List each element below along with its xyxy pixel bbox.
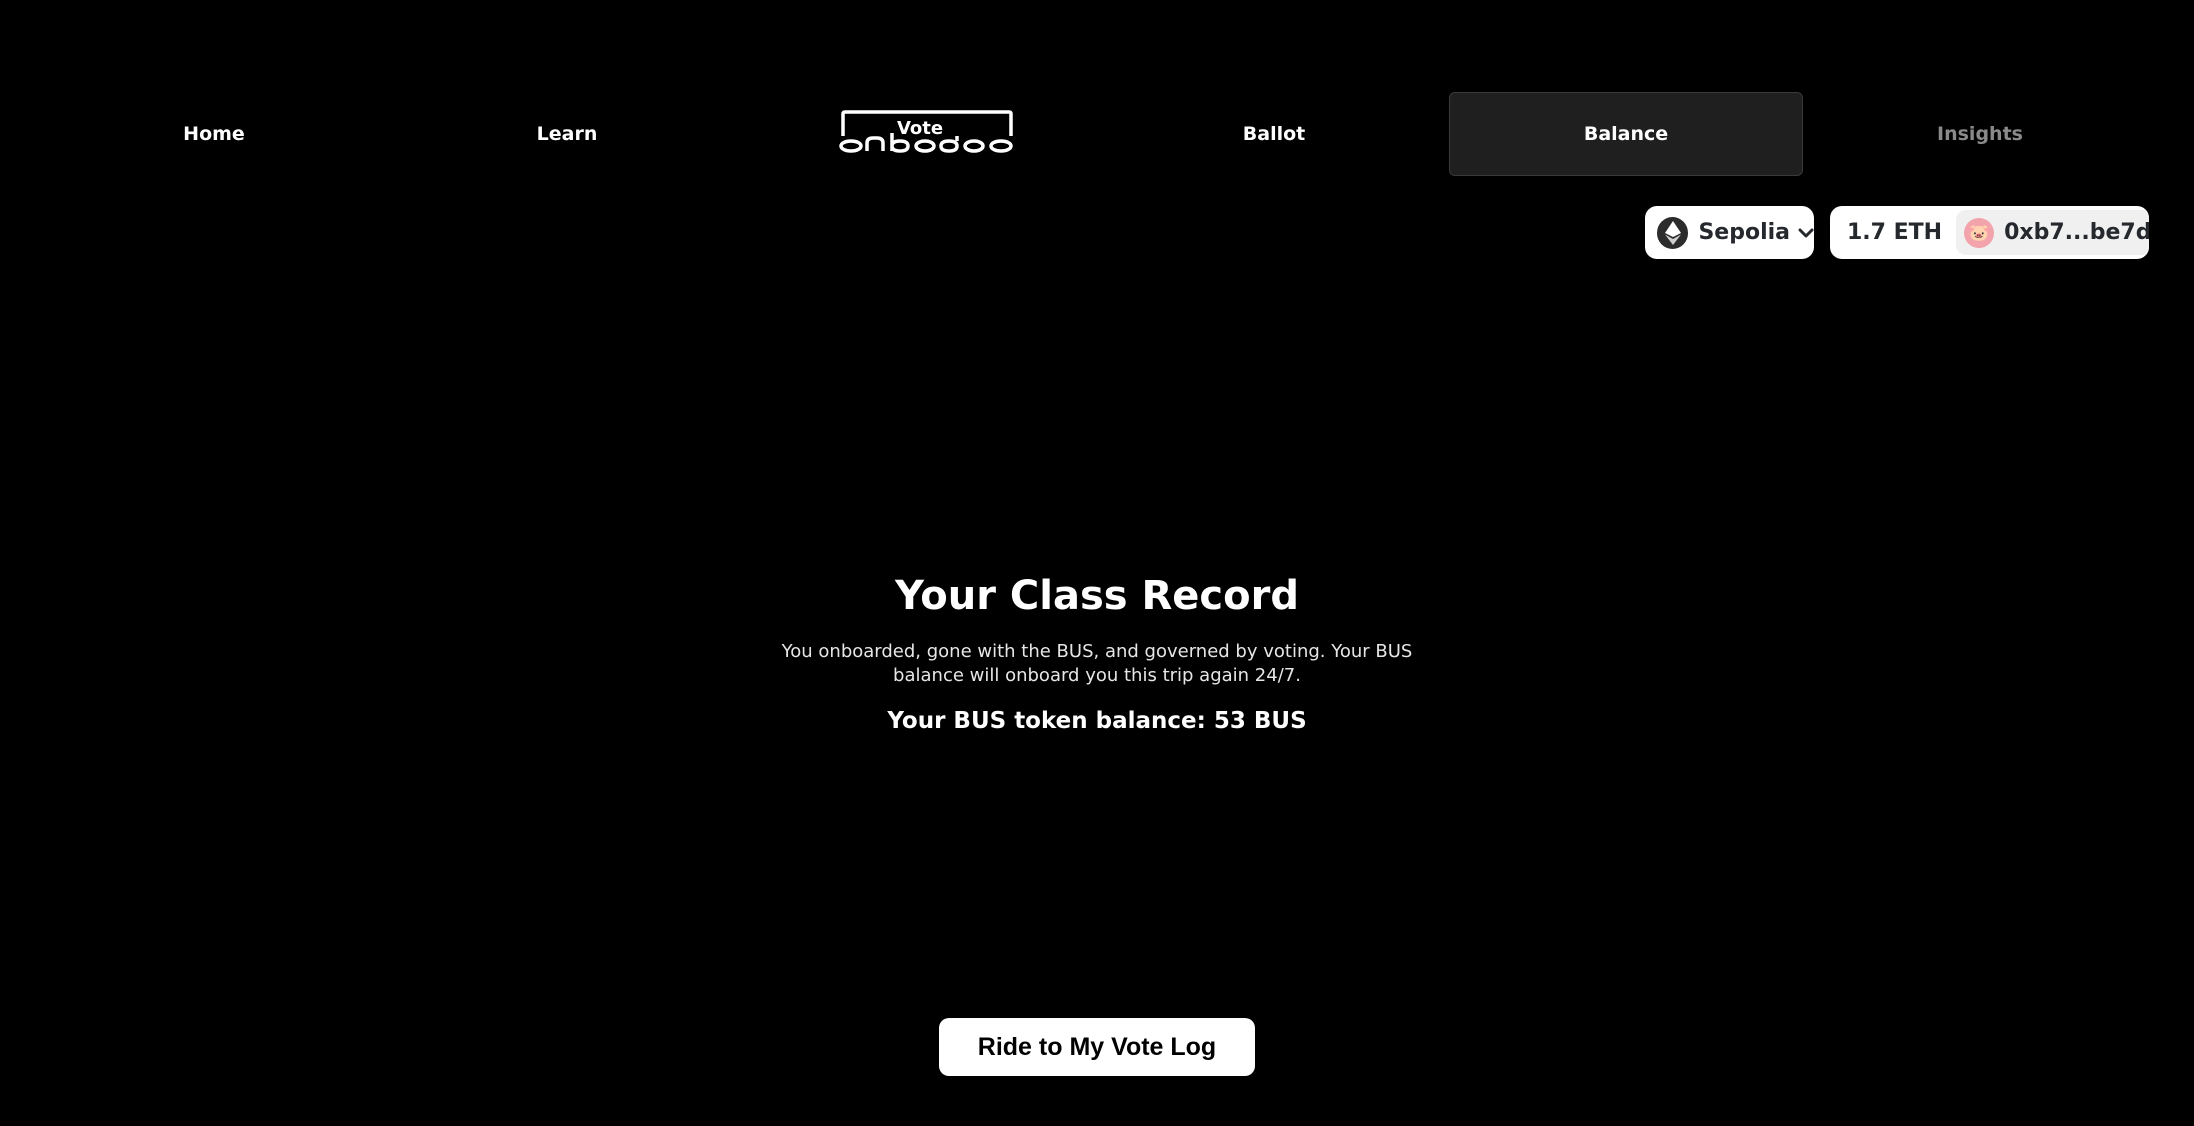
address-pill[interactable]: 🐷 0xb7...be7d <box>1956 210 2149 255</box>
nav-learn[interactable]: Learn <box>390 92 744 176</box>
logo-text: Vote <box>896 118 944 139</box>
nav-insights-label: Insights <box>1937 123 2023 145</box>
nav-balance[interactable]: Balance <box>1449 92 1803 176</box>
token-balance-text: Your BUS token balance: 53 BUS <box>887 708 1307 734</box>
eth-balance: 1.7 ETH <box>1847 220 1943 245</box>
nav-learn-label: Learn <box>536 123 598 145</box>
ethereum-icon <box>1657 216 1689 249</box>
page-title: Your Class Record <box>895 573 1299 619</box>
avatar: 🐷 <box>1964 217 1995 248</box>
wallet-address: 0xb7...be7d <box>2004 220 2149 245</box>
account-button[interactable]: 1.7 ETH 🐷 0xb7...be7d <box>1830 206 2149 259</box>
class-record-section: Your Class Record You onboarded, gone wi… <box>0 566 2194 734</box>
chevron-down-icon <box>1798 228 1814 238</box>
description-text: You onboarded, gone with the BUS, and go… <box>781 641 1413 686</box>
nav-ballot-label: Ballot <box>1242 123 1306 145</box>
onboard-bus-logo[interactable]: Vote <box>837 108 1017 158</box>
nav-home-label: Home <box>183 123 245 145</box>
nav-ballot[interactable]: Ballot <box>1097 92 1451 176</box>
nav-home[interactable]: Home <box>37 92 391 176</box>
page: Home Learn Ballot Balance Insights Vote <box>0 0 2194 1126</box>
ride-to-vote-log-button[interactable]: Ride to My Vote Log <box>939 1018 1255 1076</box>
nav-balance-label: Balance <box>1583 123 1669 145</box>
top-nav: Home Learn Ballot Balance Insights <box>0 92 2194 176</box>
network-label: Sepolia <box>1698 220 1790 245</box>
network-selector-button[interactable]: Sepolia <box>1645 206 1814 259</box>
nav-insights[interactable]: Insights <box>1803 92 2157 176</box>
